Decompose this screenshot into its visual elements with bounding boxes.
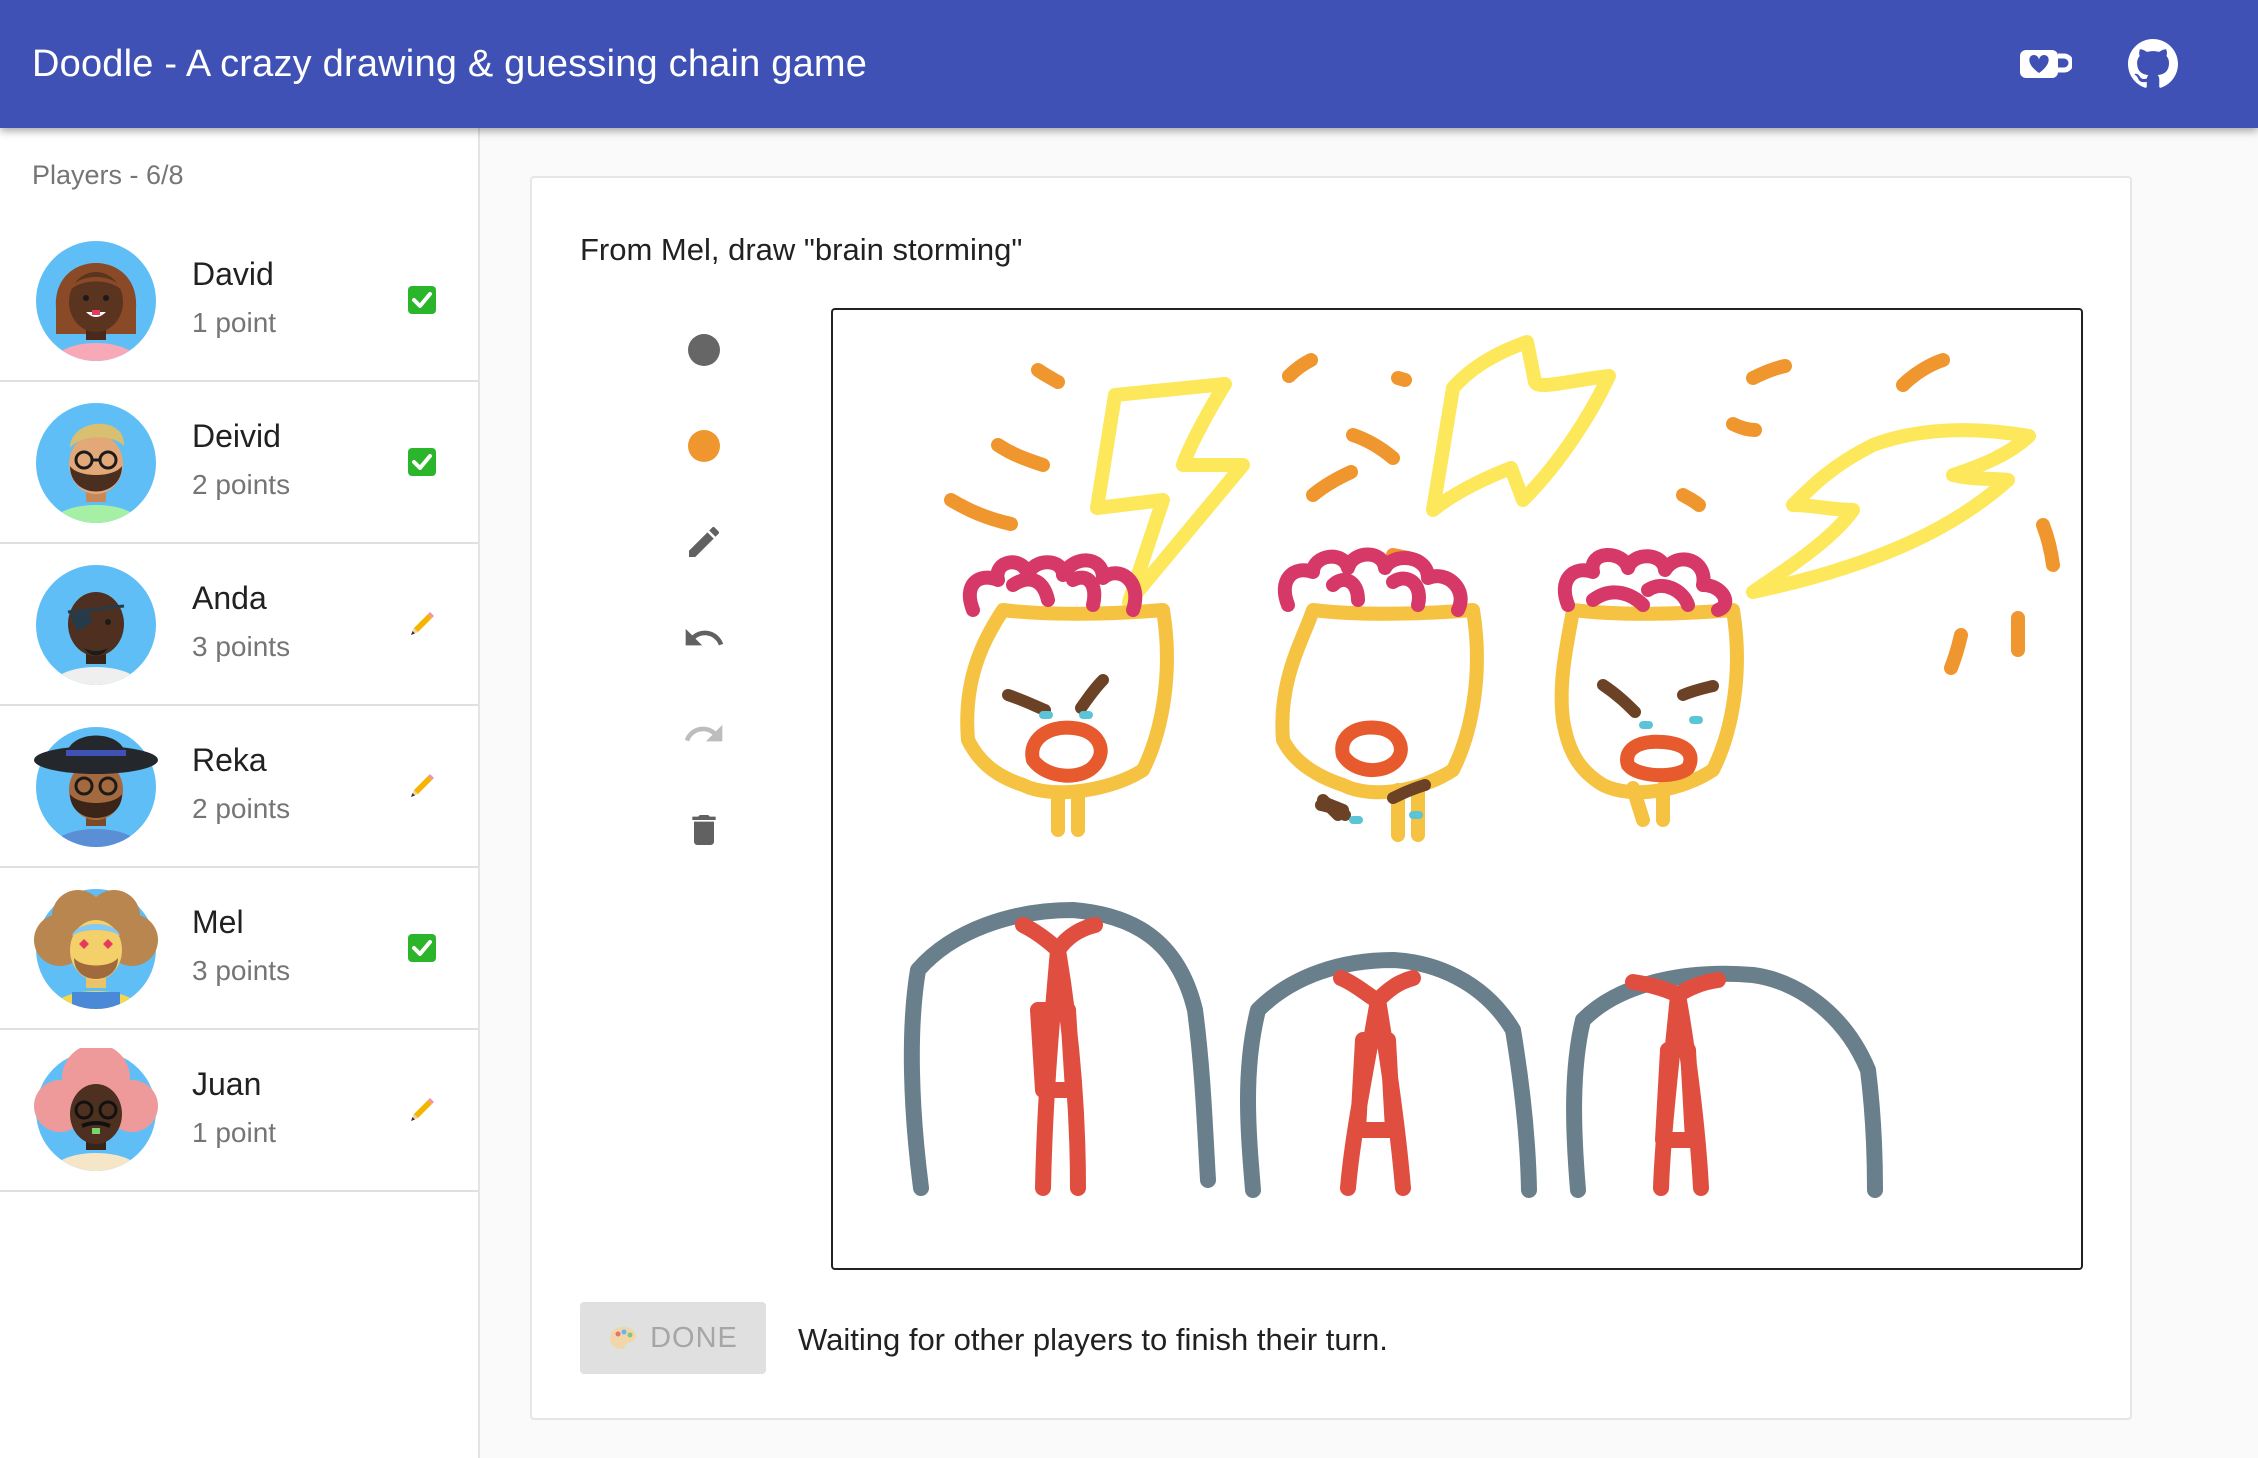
- avatar: [34, 1048, 158, 1171]
- done-check-icon: [408, 448, 436, 476]
- redo-icon[interactable]: [682, 712, 726, 756]
- pencil-icon: [411, 612, 434, 635]
- player-name: Anda: [192, 580, 267, 616]
- player-points: 3 points: [192, 631, 291, 662]
- player-name: Mel: [192, 904, 244, 940]
- done-check-icon: [408, 934, 436, 962]
- players-header: Players - 6/8: [32, 160, 184, 190]
- player-points: 3 points: [192, 955, 291, 986]
- drawing-card: From Mel, draw "brain storming" DONE Wai…: [530, 176, 2132, 1420]
- undo-icon[interactable]: [682, 616, 726, 660]
- avatar: [34, 889, 158, 1009]
- player-points: 2 points: [192, 793, 291, 824]
- player-item-david[interactable]: David 1 point: [0, 220, 478, 382]
- player-item-anda[interactable]: Anda 3 points: [0, 544, 478, 706]
- main-area: From Mel, draw "brain storming" DONE Wai…: [482, 128, 2258, 1458]
- player-item-juan[interactable]: Juan 1 point: [0, 1030, 478, 1192]
- drawing-canvas[interactable]: [831, 308, 2083, 1270]
- brush-size-icon[interactable]: [682, 328, 726, 372]
- waiting-status: Waiting for other players to finish thei…: [798, 1322, 1388, 1357]
- done-button[interactable]: DONE: [580, 1302, 766, 1374]
- drawing-prompt: From Mel, draw "brain storming": [580, 232, 1023, 267]
- coffee-heart-icon[interactable]: [2018, 44, 2072, 84]
- avatar: [34, 727, 158, 847]
- player-item-mel[interactable]: Mel 3 points: [0, 868, 478, 1030]
- avatar: [36, 241, 156, 361]
- player-points: 2 points: [192, 469, 291, 500]
- app-bar: Doodle - A crazy drawing & guessing chai…: [0, 0, 2258, 128]
- player-name: Deivid: [192, 418, 281, 454]
- done-label: DONE: [650, 1321, 738, 1354]
- player-points: 1 point: [192, 1117, 277, 1148]
- palette-icon: [610, 1327, 637, 1349]
- player-name: Reka: [192, 742, 267, 778]
- pencil-icon: [411, 1098, 434, 1121]
- pencil-icon: [411, 774, 434, 797]
- players-sidebar: Players - 6/8 David 1 point Deivid 2 poi…: [0, 128, 480, 1458]
- player-item-deivid[interactable]: Deivid 2 points: [0, 382, 478, 544]
- avatar: [36, 403, 156, 523]
- pencil-icon[interactable]: [682, 520, 726, 564]
- player-name: David: [192, 256, 274, 292]
- player-item-reka[interactable]: Reka 2 points: [0, 706, 478, 868]
- player-name: Juan: [192, 1066, 262, 1102]
- player-points: 1 point: [192, 307, 277, 338]
- avatar: [36, 565, 156, 685]
- github-icon[interactable]: [2128, 39, 2178, 89]
- app-title: Doodle - A crazy drawing & guessing chai…: [32, 42, 868, 85]
- trash-icon[interactable]: [682, 808, 726, 852]
- color-swatch-icon[interactable]: [682, 424, 726, 468]
- done-check-icon: [408, 286, 436, 314]
